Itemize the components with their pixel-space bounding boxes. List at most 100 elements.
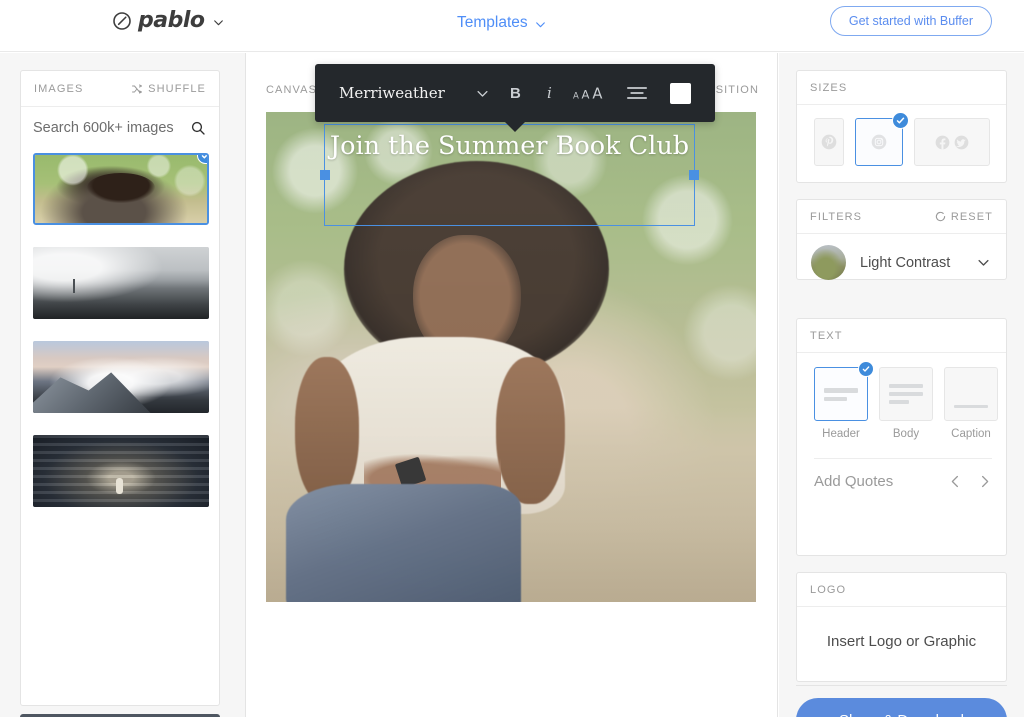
brand-logo[interactable]: pablo: [112, 10, 225, 32]
filters-card: FILTERS RESET Light Contrast: [796, 199, 1007, 280]
chevron-down-icon[interactable]: [475, 86, 490, 101]
image-thumbnail-snowy-mountain-valley[interactable]: [33, 341, 209, 413]
thumbnail-artwork: [33, 247, 209, 319]
text-style-preview: [944, 367, 998, 421]
text-style-body[interactable]: Body: [879, 367, 933, 440]
sizes-card-header: SIZES: [797, 71, 1006, 105]
text-style-label: Caption: [951, 428, 991, 440]
filter-preview-thumbnail: [811, 245, 846, 280]
images-card-header: IMAGES SHUFFLE: [21, 71, 219, 107]
selected-check-icon: [858, 361, 874, 377]
text-style-preview: [879, 367, 933, 421]
preview-bar: [824, 387, 858, 393]
templates-menu[interactable]: Templates: [457, 14, 547, 32]
thumbnail-artwork: [33, 341, 209, 413]
text-title: TEXT: [810, 329, 843, 342]
chevron-down-icon: [213, 20, 223, 26]
filters-reset-button[interactable]: RESET: [935, 211, 993, 223]
selected-check-icon: [892, 112, 909, 129]
canvas-label: CANVAS: [266, 84, 318, 96]
chevron-right-icon[interactable]: [977, 474, 992, 489]
filter-name: Light Contrast: [860, 254, 951, 271]
shuffle-icon: [132, 84, 143, 93]
subject-jeans: [285, 484, 521, 602]
image-thumbnail-woman-reading-outdoors[interactable]: [33, 153, 209, 225]
size-option-facebook-twitter[interactable]: [914, 118, 990, 166]
text-style-preview: [814, 361, 874, 421]
buffer-cta-label: Get started with Buffer: [848, 14, 973, 28]
italic-button[interactable]: i: [547, 84, 552, 102]
preview-bar: [889, 392, 923, 396]
text-card: TEXT Header Body Caption Add Quotes: [796, 318, 1007, 556]
toolbar-pointer: [505, 122, 525, 132]
add-quotes-row: Add Quotes: [814, 458, 992, 490]
subject-left-arm: [295, 357, 360, 504]
logo-title: LOGO: [810, 583, 847, 596]
size-option-pinterest[interactable]: [814, 118, 844, 166]
preview-bar: [889, 400, 909, 404]
reset-circle-icon: [935, 211, 945, 222]
quotes-navigation: [948, 474, 992, 489]
preview-bar: [954, 405, 988, 408]
chevron-down-icon[interactable]: [976, 255, 991, 270]
subject-right-arm: [496, 357, 565, 504]
pablo-editor-app: pablo Templates Get started with Buffer …: [0, 0, 1024, 717]
preview-bar: [824, 396, 848, 401]
filters-card-header: FILTERS RESET: [797, 200, 1006, 234]
shuffle-button[interactable]: SHUFFLE: [131, 83, 206, 95]
image-thumbnail-grayscale-seascape[interactable]: [33, 247, 209, 319]
size-options-row: [797, 105, 1006, 166]
sizes-title: SIZES: [810, 81, 848, 94]
font-size-icon[interactable]: A A A: [573, 83, 607, 103]
insert-logo-button[interactable]: Insert Logo or Graphic: [797, 607, 1006, 675]
text-style-label: Body: [892, 428, 920, 440]
logo-card-header: LOGO: [797, 573, 1006, 607]
svg-text:A: A: [582, 87, 590, 101]
left-sidebar: IMAGES SHUFFLE Search 600k+ images: [0, 53, 246, 717]
size-option-instagram[interactable]: [855, 112, 909, 166]
logo-card: LOGO Insert Logo or Graphic: [796, 572, 1007, 682]
templates-label: Templates: [457, 14, 528, 31]
text-color-swatch[interactable]: [670, 82, 691, 104]
text-style-header[interactable]: Header: [814, 361, 874, 440]
align-center-icon[interactable]: [627, 85, 647, 101]
image-thumbnail-lit-stone-stairs-night[interactable]: [33, 435, 209, 507]
images-title: IMAGES: [34, 82, 84, 95]
sizes-card: SIZES: [796, 70, 1007, 183]
svg-text:A: A: [573, 91, 579, 101]
search-input[interactable]: Search 600k+ images: [21, 107, 219, 149]
instagram-icon: [871, 134, 887, 150]
resize-handle-left[interactable]: [320, 170, 330, 180]
text-style-options: Header Body Caption: [797, 353, 1006, 440]
pablo-circle-slash-logo-icon: [113, 12, 131, 30]
thumbnail-artwork: [33, 435, 209, 507]
image-thumbnail-list: [21, 149, 219, 705]
twitter-icon: [954, 135, 969, 149]
add-quotes-label[interactable]: Add Quotes: [814, 473, 893, 490]
insert-logo-label: Insert Logo or Graphic: [826, 632, 977, 650]
get-started-with-buffer-button[interactable]: Get started with Buffer: [829, 6, 992, 36]
images-card: IMAGES SHUFFLE Search 600k+ images: [20, 70, 220, 706]
text-card-header: TEXT: [797, 319, 1006, 353]
filter-selector[interactable]: Light Contrast: [797, 234, 1006, 280]
filters-title: FILTERS: [810, 210, 863, 223]
preview-bar: [889, 384, 923, 388]
facebook-icon: [935, 135, 950, 149]
app-header: pablo Templates Get started with Buffer: [0, 0, 1024, 52]
resize-handle-right[interactable]: [689, 170, 699, 180]
text-format-toolbar: Merriweather B i A A A: [315, 64, 715, 132]
filters-reset-label: RESET: [950, 210, 993, 223]
chevron-down-icon: [535, 22, 545, 28]
text-style-caption[interactable]: Caption: [944, 367, 998, 440]
search-icon[interactable]: [190, 120, 206, 136]
text-style-label: Header: [822, 428, 860, 440]
chevron-left-icon[interactable]: [948, 474, 963, 489]
share-and-download-button[interactable]: Share & Download: [796, 698, 1007, 717]
right-sidebar: SIZES FILTERS RESET Light Contrast TEXT …: [779, 53, 1024, 717]
bold-button[interactable]: B: [510, 85, 521, 102]
canvas-text-selection-box[interactable]: Join the Summer Book Club: [320, 124, 699, 226]
right-panel-divider: [796, 685, 1007, 686]
search-placeholder: Search 600k+ images: [33, 120, 174, 136]
thumbnail-artwork: [35, 155, 207, 223]
font-family-selector[interactable]: Merriweather: [339, 84, 445, 102]
